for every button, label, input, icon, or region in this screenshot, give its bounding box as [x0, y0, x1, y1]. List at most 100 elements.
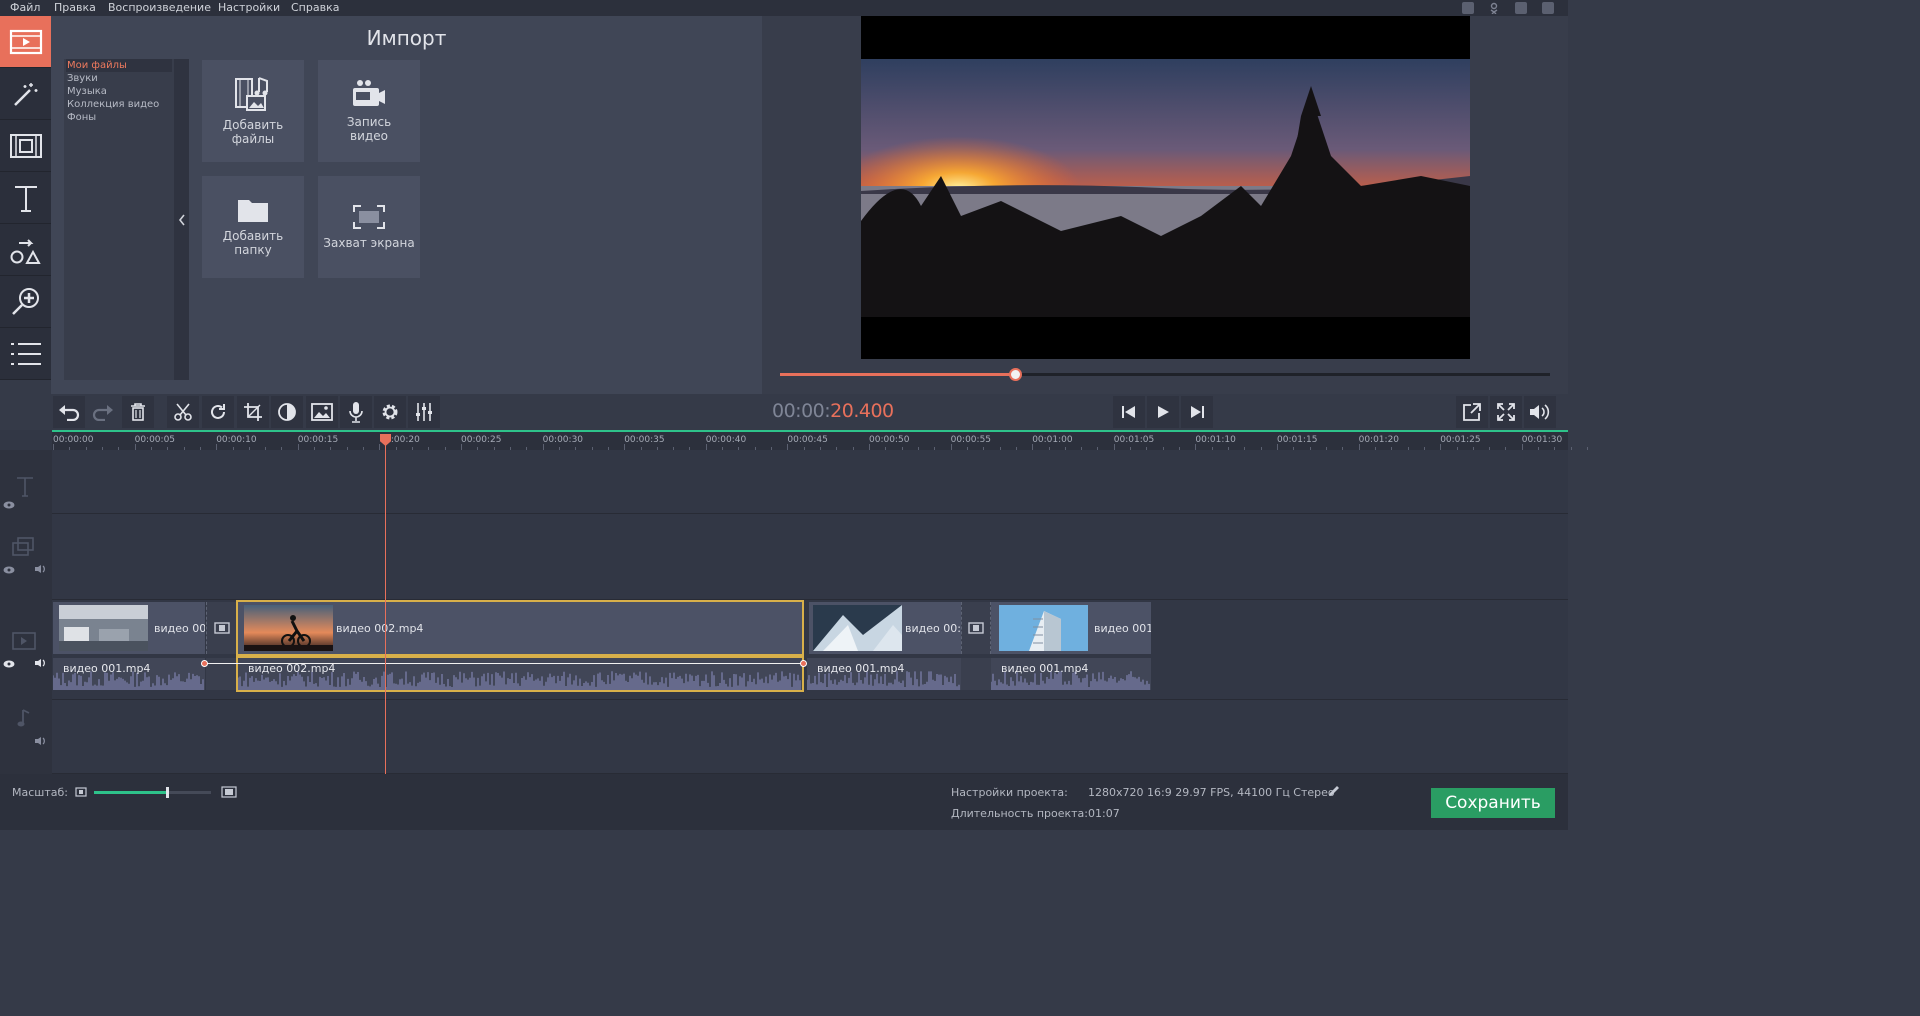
transition-icon	[214, 622, 230, 634]
speaker-icon[interactable]	[34, 564, 47, 574]
skip-forward-icon	[1191, 406, 1204, 418]
previous-frame-button[interactable]	[1113, 396, 1145, 428]
audio-clip[interactable]: видео 001.mp4	[807, 658, 961, 690]
stickers-tool-button[interactable]	[0, 224, 51, 276]
settings-button[interactable]	[374, 396, 406, 428]
equalizer-button[interactable]	[408, 396, 440, 428]
crop-button[interactable]	[237, 396, 269, 428]
magic-wand-icon	[13, 82, 37, 106]
eye-icon[interactable]	[3, 566, 15, 574]
transitions-tool-button[interactable]	[0, 120, 51, 172]
scale-slider[interactable]	[94, 787, 211, 798]
scale-slider-fill	[94, 791, 167, 794]
scissors-icon	[174, 403, 192, 421]
video-clip[interactable]: видео 001	[991, 602, 1151, 654]
volume-button[interactable]	[1524, 396, 1556, 428]
equalizer-icon	[416, 403, 432, 421]
gear-icon	[382, 404, 398, 420]
redo-button[interactable]	[87, 396, 119, 428]
text-track[interactable]	[52, 450, 1568, 514]
video-clip[interactable]: видео 00	[53, 602, 205, 654]
pencil-icon[interactable]	[1327, 785, 1340, 798]
zoom-in-icon[interactable]	[221, 786, 237, 798]
play-button[interactable]	[1147, 396, 1179, 428]
undo-button[interactable]	[53, 396, 85, 428]
record-video-label-1: Запись	[346, 115, 392, 129]
music-track[interactable]	[52, 700, 1568, 774]
ruler-tick-label: 00:00:35	[624, 435, 665, 445]
track-headers	[0, 450, 52, 774]
audio-clip[interactable]: видео 001.mp4	[991, 658, 1151, 690]
clip-name: видео 00	[154, 622, 205, 635]
preview-seek-bar[interactable]	[780, 368, 1550, 381]
import-tool-button[interactable]	[0, 16, 51, 68]
add-folder-button[interactable]: Добавить папку	[202, 176, 304, 278]
video-preview[interactable]	[861, 16, 1470, 359]
category-video-collection[interactable]: Коллекция видео	[66, 98, 172, 111]
vk-icon[interactable]	[1515, 2, 1527, 14]
zoom-out-icon[interactable]	[75, 787, 87, 797]
filters-tool-button[interactable]	[0, 68, 51, 120]
category-sounds[interactable]: Звуки	[66, 72, 172, 85]
rotate-button[interactable]	[202, 396, 234, 428]
main-video-track[interactable]: видео 00 видео 002.mp4 видео 00: видео 0…	[52, 600, 1568, 700]
speaker-icon[interactable]	[34, 736, 47, 746]
time-ruler[interactable]: 00:00:00 00:00:05 00:00:10 00:00:15 00:00:20…	[52, 430, 1589, 450]
record-video-button[interactable]: Запись видео	[318, 60, 420, 162]
film-music-icon	[235, 77, 268, 111]
category-backgrounds[interactable]: Фоны	[66, 111, 172, 124]
fullscreen-button[interactable]	[1490, 396, 1522, 428]
menu-file[interactable]: Файл	[10, 0, 40, 15]
clip-properties-button[interactable]	[306, 396, 338, 428]
category-music[interactable]: Музыка	[66, 85, 172, 98]
playhead-line[interactable]	[385, 437, 386, 774]
menu-help[interactable]: Справка	[291, 0, 339, 15]
seek-handle[interactable]	[1008, 368, 1022, 381]
menu-playback[interactable]: Воспроизведение	[108, 0, 211, 15]
chevron-left-icon	[178, 214, 185, 225]
facebook-icon[interactable]	[1542, 2, 1554, 14]
camera-icon	[353, 80, 385, 106]
video-clip[interactable]: видео 00:	[809, 602, 961, 654]
collapse-panel-button[interactable]	[174, 59, 189, 380]
magnifier-plus-icon	[11, 287, 39, 315]
titles-tool-button[interactable]	[0, 172, 51, 224]
transition-marker[interactable]	[961, 602, 991, 654]
ruler-tick-label: 00:00:15	[297, 435, 339, 445]
more-tools-button[interactable]	[0, 328, 51, 380]
list-icon	[10, 342, 41, 365]
delete-button[interactable]	[122, 396, 154, 428]
category-my-files[interactable]: Мои файлы	[66, 59, 172, 72]
clip-thumbnail	[813, 605, 902, 651]
odnoklassniki-icon[interactable]	[1488, 2, 1500, 15]
menu-edit[interactable]: Правка	[54, 0, 96, 15]
timeline: 00:00:00 00:00:05 00:00:10 00:00:15 00:00:20…	[0, 430, 1589, 774]
save-button[interactable]: Сохранить	[1431, 788, 1555, 818]
eye-icon[interactable]	[3, 660, 15, 668]
color-adjust-button[interactable]	[271, 396, 303, 428]
category-list: Мои файлы Звуки Музыка Коллекция видео Ф…	[64, 59, 174, 380]
eye-icon[interactable]	[3, 501, 15, 509]
next-frame-button[interactable]	[1181, 396, 1213, 428]
volume-keyframe[interactable]	[201, 660, 208, 667]
detach-preview-button[interactable]	[1456, 396, 1488, 428]
screen-capture-button[interactable]: Захват экрана	[318, 176, 420, 278]
transition-marker[interactable]	[206, 602, 238, 654]
record-voice-button[interactable]	[340, 396, 372, 428]
ruler-tick-label: 00:00:10	[216, 435, 257, 445]
audio-transition	[961, 658, 991, 690]
overlay-track[interactable]	[52, 514, 1568, 600]
youtube-icon[interactable]	[1462, 2, 1474, 14]
scale-slider-handle[interactable]	[165, 787, 169, 798]
speaker-icon[interactable]	[34, 658, 47, 668]
zoom-tool-button[interactable]	[0, 276, 51, 328]
video-clip-selected[interactable]: видео 002.mp4	[236, 600, 804, 656]
film-icon	[9, 29, 42, 54]
menu-settings[interactable]: Настройки	[218, 0, 280, 15]
audio-clip[interactable]: видео 001.mp4	[53, 658, 205, 690]
audio-clip-name: видео 001.mp4	[63, 662, 151, 675]
cut-button[interactable]	[167, 396, 199, 428]
volume-keyframe[interactable]	[800, 660, 807, 667]
ruler-tick-mark	[1587, 447, 1589, 450]
add-files-button[interactable]: Добавить файлы	[202, 60, 304, 162]
